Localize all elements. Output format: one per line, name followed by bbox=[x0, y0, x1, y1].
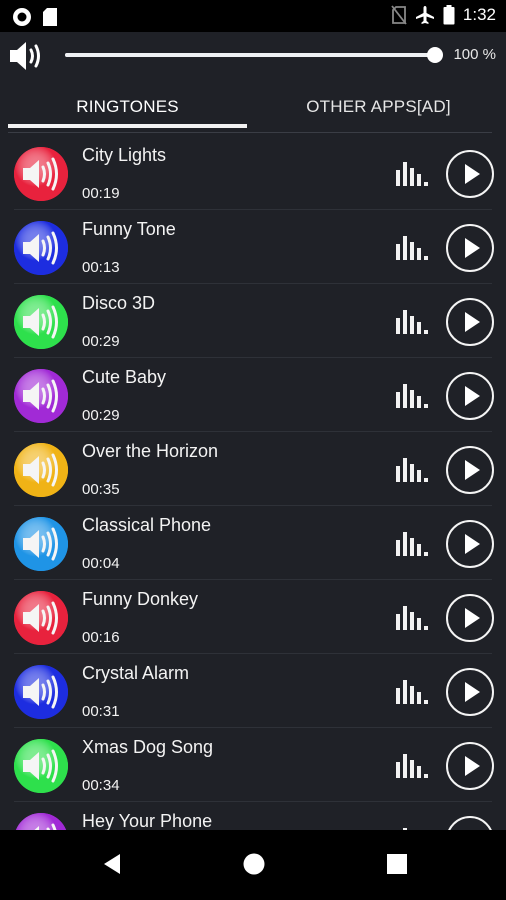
equalizer-bars-icon[interactable] bbox=[396, 382, 428, 408]
play-button[interactable] bbox=[446, 668, 494, 716]
play-icon bbox=[465, 164, 480, 184]
ringtone-row[interactable]: Funny Tone 00:13 bbox=[0, 210, 506, 284]
play-button[interactable] bbox=[446, 446, 494, 494]
play-button[interactable] bbox=[446, 224, 494, 272]
recents-icon[interactable] bbox=[386, 852, 408, 876]
ringtone-row[interactable]: Hey Your Phone bbox=[0, 802, 506, 830]
no-sim-icon bbox=[391, 5, 407, 25]
speaker-icon bbox=[14, 517, 68, 571]
speaker-icon bbox=[14, 739, 68, 793]
ringtone-row[interactable]: Cute Baby 00:29 bbox=[0, 358, 506, 432]
play-button[interactable] bbox=[446, 742, 494, 790]
ringtone-title: Hey Your Phone bbox=[82, 811, 213, 830]
equalizer-bars-icon[interactable] bbox=[396, 308, 428, 334]
airplane-icon bbox=[415, 6, 434, 24]
equalizer-bars-icon[interactable] bbox=[396, 160, 428, 186]
ringtone-duration: 00:35 bbox=[82, 481, 120, 498]
sd-card-icon bbox=[43, 8, 57, 26]
play-button[interactable] bbox=[446, 298, 494, 346]
status-time: 1:32 bbox=[462, 5, 496, 24]
play-button[interactable] bbox=[446, 594, 494, 642]
battery-icon bbox=[443, 5, 455, 25]
home-icon[interactable] bbox=[242, 852, 266, 876]
speaker-icon bbox=[14, 369, 68, 423]
speaker-icon bbox=[14, 147, 68, 201]
ringtone-title: Funny Tone bbox=[82, 219, 176, 239]
volume-row: 100 % bbox=[0, 32, 506, 80]
ringtone-row[interactable]: Classical Phone 00:04 bbox=[0, 506, 506, 580]
ringtone-duration: 00:13 bbox=[82, 259, 120, 276]
speaker-icon[interactable] bbox=[8, 39, 46, 73]
play-icon bbox=[465, 238, 480, 258]
play-button[interactable] bbox=[446, 372, 494, 420]
ringtone-row[interactable]: Crystal Alarm 00:31 bbox=[0, 654, 506, 728]
tab-other-apps[interactable]: OTHER APPS[AD] bbox=[259, 84, 498, 130]
ringtone-title: Disco 3D bbox=[82, 293, 156, 313]
play-icon bbox=[465, 682, 480, 702]
ringtone-title: Crystal Alarm bbox=[82, 663, 190, 683]
ringtone-row[interactable]: Funny Donkey 00:16 bbox=[0, 580, 506, 654]
ringtone-duration: 00:16 bbox=[82, 629, 120, 646]
ringtone-duration: 00:04 bbox=[82, 555, 120, 572]
play-icon bbox=[465, 608, 480, 628]
volume-slider-thumb[interactable] bbox=[427, 47, 443, 63]
tab-selected-indicator bbox=[8, 124, 247, 128]
equalizer-bars-icon[interactable] bbox=[396, 530, 428, 556]
speaker-icon bbox=[15, 813, 67, 830]
ringtone-row[interactable]: City Lights 00:19 bbox=[0, 136, 506, 210]
ringtone-duration: 00:19 bbox=[82, 185, 120, 202]
ringtone-row[interactable]: Over the Horizon 00:35 bbox=[0, 432, 506, 506]
volume-slider[interactable] bbox=[65, 47, 443, 63]
navigation-bar bbox=[0, 830, 506, 900]
record-icon bbox=[13, 8, 31, 26]
speaker-icon bbox=[14, 591, 68, 645]
play-icon bbox=[465, 460, 480, 480]
play-icon bbox=[465, 534, 480, 554]
equalizer-bars-icon[interactable] bbox=[396, 604, 428, 630]
play-icon bbox=[465, 756, 480, 776]
speaker-icon bbox=[14, 665, 68, 719]
play-icon bbox=[465, 386, 480, 406]
volume-percent-label: 100 % bbox=[453, 46, 496, 63]
ringtone-title: Classical Phone bbox=[82, 515, 212, 535]
back-icon[interactable] bbox=[102, 852, 122, 876]
app-screen: 100 % RINGTONES OTHER APPS[AD] City Ligh… bbox=[0, 32, 506, 830]
equalizer-bars-icon[interactable] bbox=[396, 234, 428, 260]
ringtone-duration: 00:31 bbox=[82, 703, 120, 720]
ringtone-duration: 00:34 bbox=[82, 777, 120, 794]
ringtone-title: Over the Horizon bbox=[82, 441, 219, 461]
equalizer-bars-icon[interactable] bbox=[396, 752, 428, 778]
status-bar: 1:32 bbox=[0, 0, 506, 32]
equalizer-bars-icon[interactable] bbox=[396, 456, 428, 482]
ringtone-title: Funny Donkey bbox=[82, 589, 199, 609]
ringtone-duration: 00:29 bbox=[82, 407, 120, 424]
speaker-icon bbox=[14, 443, 68, 497]
ringtone-title: Xmas Dog Song bbox=[82, 737, 214, 757]
play-button[interactable] bbox=[446, 816, 494, 830]
speaker-icon bbox=[14, 295, 68, 349]
play-icon bbox=[465, 312, 480, 332]
ringtone-row[interactable]: Disco 3D 00:29 bbox=[0, 284, 506, 358]
equalizer-bars-icon[interactable] bbox=[396, 678, 428, 704]
volume-slider-fill bbox=[65, 53, 435, 57]
tabs-divider bbox=[8, 132, 492, 133]
ringtone-duration: 00:29 bbox=[82, 333, 120, 350]
ringtone-title: City Lights bbox=[82, 145, 167, 165]
ringtone-title: Cute Baby bbox=[82, 367, 167, 387]
play-button[interactable] bbox=[446, 520, 494, 568]
ringtone-row[interactable]: Xmas Dog Song 00:34 bbox=[0, 728, 506, 802]
play-button[interactable] bbox=[446, 150, 494, 198]
speaker-icon bbox=[14, 221, 68, 275]
